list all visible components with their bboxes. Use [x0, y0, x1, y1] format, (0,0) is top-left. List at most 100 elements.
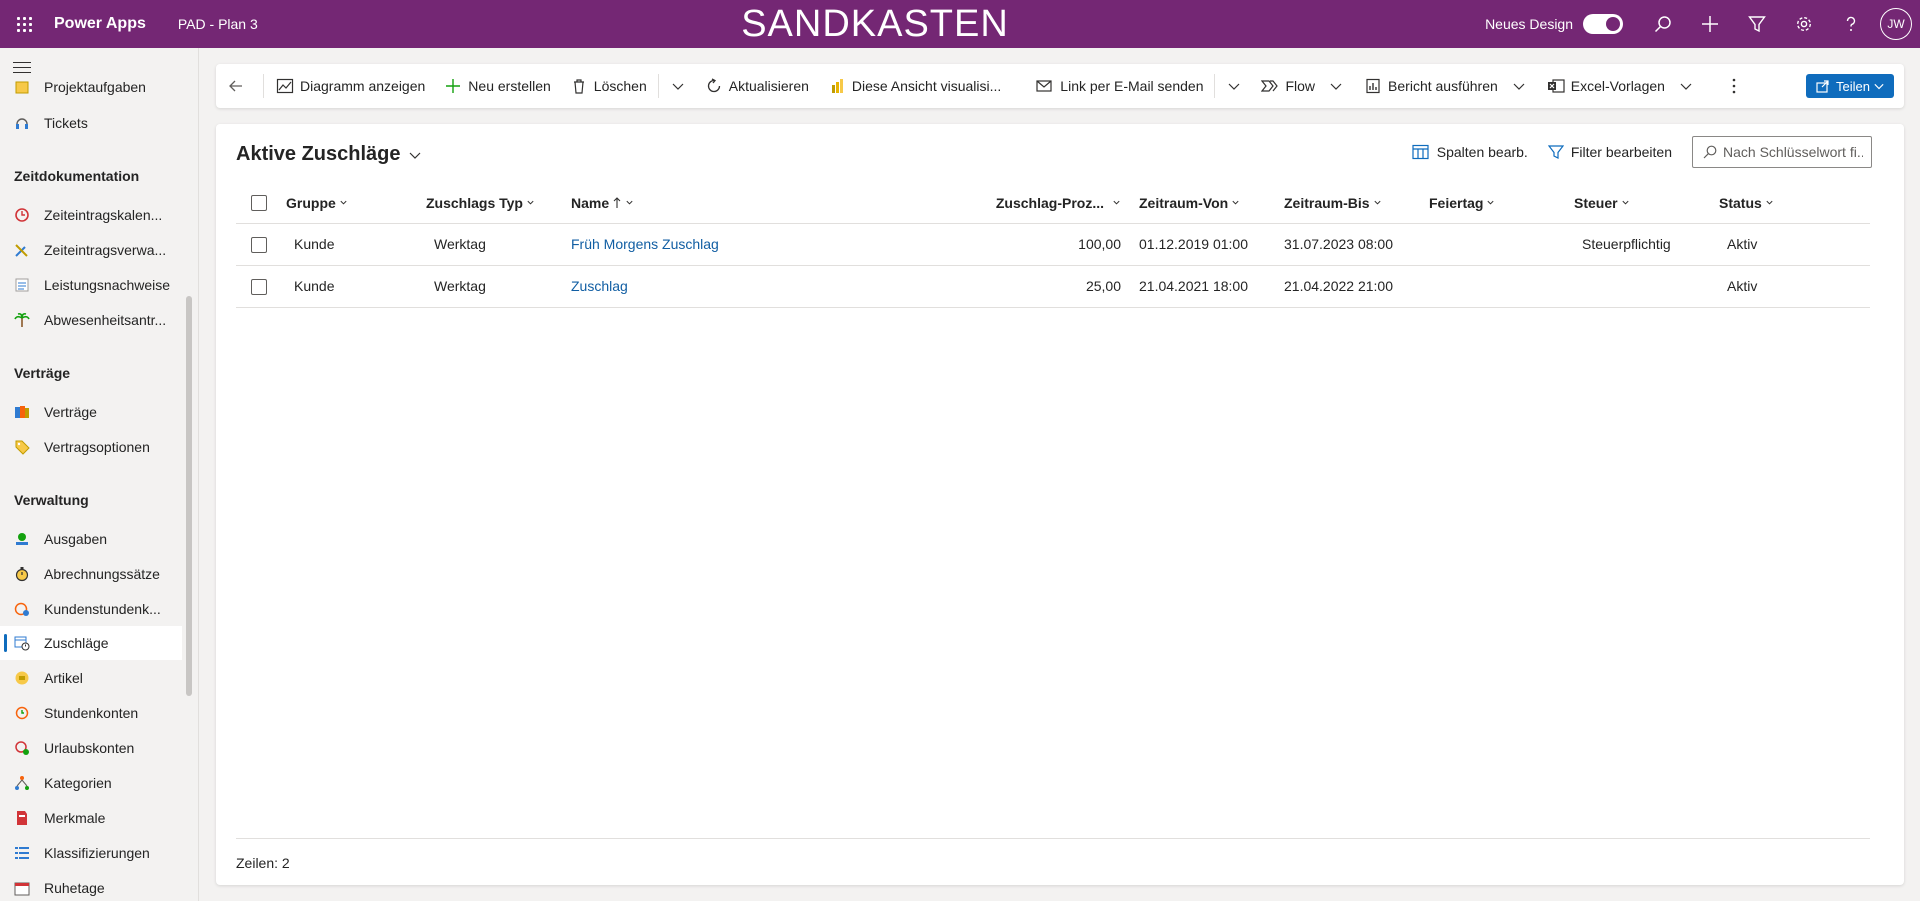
column-header-zuschlag-prozent[interactable]: Zuschlag-Proz...	[991, 183, 1131, 224]
sidebar-item-abrechnungssaetze[interactable]: Abrechnungssätze	[0, 557, 182, 591]
row-checkbox[interactable]	[251, 278, 267, 295]
sidebar-item-zeiteintragsverwaltung[interactable]: Zeiteintragsverwa...	[0, 233, 182, 267]
nav-group-zeitdokumentation: Zeitdokumentation	[14, 168, 140, 184]
sidebar-item-abwesenheitsantraege[interactable]: Abwesenheitsantr...	[0, 303, 182, 337]
sidebar-item-vertragsoptionen[interactable]: Vertragsoptionen	[0, 430, 182, 464]
flow-label: Flow	[1285, 78, 1316, 94]
sidebar-item-kundenstundenkonten[interactable]: Kundenstundenk...	[0, 592, 182, 626]
sidebar-item-merkmale[interactable]: Merkmale	[0, 801, 182, 835]
report-icon	[1363, 76, 1383, 96]
run-report-label: Bericht ausführen	[1388, 78, 1498, 94]
app-name[interactable]: Power Apps	[54, 15, 146, 33]
sidebar-item-zuschlaege[interactable]: Zuschläge	[0, 626, 182, 660]
column-header-status[interactable]: Status	[1711, 183, 1870, 224]
show-chart-label: Diagramm anzeigen	[300, 78, 426, 94]
sidebar-item-urlaubskonten[interactable]: Urlaubskonten	[0, 731, 182, 765]
email-link-button[interactable]: Link per E-Mail senden	[1026, 64, 1212, 108]
app-launcher-icon[interactable]	[0, 0, 48, 48]
run-report-dropdown[interactable]	[1507, 64, 1531, 108]
select-all-checkbox[interactable]	[251, 195, 267, 212]
sidebar-item-artikel[interactable]: Artikel	[0, 661, 182, 695]
keyword-search[interactable]	[1692, 136, 1872, 168]
chevron-down-icon	[1232, 201, 1239, 205]
gear-icon[interactable]	[1780, 0, 1827, 48]
delete-button[interactable]: Löschen	[560, 64, 656, 108]
back-button[interactable]	[216, 64, 261, 108]
visualize-label: Diese Ansicht visualisi...	[851, 78, 1002, 94]
more-actions-dropdown[interactable]	[661, 64, 695, 108]
chevron-down-icon	[1622, 201, 1629, 205]
sidebar-item-klassifizierungen[interactable]: Klassifizierungen	[0, 836, 182, 870]
record-link[interactable]: Zuschlag	[571, 278, 628, 294]
more-options-icon[interactable]	[1714, 64, 1754, 108]
sidebar-item-kategorien[interactable]: Kategorien	[0, 766, 182, 800]
column-header-feiertag[interactable]: Feiertag	[1421, 183, 1566, 224]
column-header-steuer[interactable]: Steuer	[1566, 183, 1711, 224]
mail-link-icon	[1035, 76, 1055, 96]
share-label: Teilen	[1836, 78, 1870, 94]
show-chart-button[interactable]: Diagramm anzeigen	[266, 64, 434, 108]
flow-icon	[1260, 76, 1280, 96]
avatar[interactable]: JW	[1880, 8, 1912, 40]
power-bi-icon	[827, 76, 847, 96]
filter-icon	[1547, 144, 1564, 160]
cell-steuer: Steuerpflichtig	[1566, 223, 1711, 266]
view-selector[interactable]: Aktive Zuschläge	[236, 143, 421, 166]
sidebar-item-ruhetage[interactable]: Ruhetage	[0, 871, 182, 901]
share-button[interactable]: Teilen	[1806, 74, 1894, 98]
sidebar-scrollbar[interactable]	[186, 296, 192, 696]
edit-columns-button[interactable]: Spalten bearb.	[1412, 144, 1528, 160]
sidebar-item-label: Artikel	[44, 670, 83, 686]
row-checkbox[interactable]	[251, 236, 267, 253]
run-report-button[interactable]: Bericht ausführen	[1354, 64, 1507, 108]
chevron-down-icon	[1374, 201, 1381, 205]
column-header-gruppe[interactable]: Gruppe	[286, 183, 426, 224]
excel-templates-button[interactable]: Excel-Vorlagen	[1537, 64, 1674, 108]
search-icon[interactable]	[1639, 0, 1686, 48]
table-row[interactable]: Kunde Werktag Früh Morgens Zuschlag 100,…	[236, 223, 1870, 266]
sidebar-item-label: Urlaubskonten	[44, 740, 135, 756]
environment-name[interactable]: PAD - Plan 3	[178, 16, 258, 32]
cell-name: Früh Morgens Zuschlag	[571, 223, 991, 266]
add-icon[interactable]	[1686, 0, 1733, 48]
column-header-zeitraum-von[interactable]: Zeitraum-Von	[1131, 183, 1276, 224]
edit-filters-button[interactable]: Filter bearbeiten	[1547, 144, 1672, 160]
email-link-dropdown[interactable]	[1217, 64, 1251, 108]
search-input[interactable]	[1723, 144, 1863, 160]
cell-feiertag	[1421, 223, 1566, 266]
sidebar-item-ausgaben[interactable]: Ausgaben	[0, 522, 182, 556]
command-bar: Diagramm anzeigen Neu erstellen Löschen …	[216, 64, 1904, 108]
table-row[interactable]: Kunde Werktag Zuschlag 25,00 21.04.2021 …	[236, 265, 1870, 308]
sidebar-item-projektaufgaben[interactable]: Projektaufgaben	[0, 70, 182, 104]
new-button[interactable]: Neu erstellen	[434, 64, 560, 108]
sidebar-item-tickets[interactable]: Tickets	[0, 106, 182, 140]
chevron-down-icon	[1330, 83, 1342, 90]
refresh-button[interactable]: Aktualisieren	[695, 64, 818, 108]
email-link-label: Link per E-Mail senden	[1060, 78, 1204, 94]
divider	[1214, 74, 1216, 98]
sidebar-item-vertraege[interactable]: Verträge	[0, 395, 182, 429]
row-select-cell	[236, 223, 286, 266]
filter-icon[interactable]	[1733, 0, 1780, 48]
column-label: Status	[1719, 194, 1762, 211]
column-header-zuschlags-typ[interactable]: Zuschlags Typ	[426, 183, 571, 224]
visualize-button[interactable]: Diese Ansicht visualisi...	[818, 64, 1010, 108]
new-design-toggle[interactable]	[1583, 14, 1623, 34]
flow-button[interactable]: Flow	[1251, 64, 1324, 108]
edit-filters-label: Filter bearbeiten	[1570, 144, 1672, 160]
column-header-zeitraum-bis[interactable]: Zeitraum-Bis	[1276, 183, 1421, 224]
flow-dropdown[interactable]	[1324, 64, 1348, 108]
expense-icon	[13, 531, 30, 548]
sidebar-item-leistungsnachweise[interactable]: Leistungsnachweise	[0, 268, 182, 302]
excel-templates-dropdown[interactable]	[1674, 64, 1698, 108]
surcharge-icon	[13, 635, 30, 652]
sidebar-item-stundenkonten[interactable]: Stundenkonten	[0, 696, 182, 730]
sidebar-item-zeiteintragskalender[interactable]: Zeiteintragskalen...	[0, 198, 182, 232]
record-link[interactable]: Früh Morgens Zuschlag	[571, 236, 719, 252]
column-header-name[interactable]: Name	[571, 183, 991, 224]
help-icon[interactable]	[1827, 0, 1874, 48]
ticket-icon	[13, 115, 30, 132]
sidebar-item-label: Zeiteintragsverwa...	[44, 242, 167, 258]
sidebar-item-label: Projektaufgaben	[44, 79, 146, 95]
refresh-icon	[704, 76, 724, 96]
